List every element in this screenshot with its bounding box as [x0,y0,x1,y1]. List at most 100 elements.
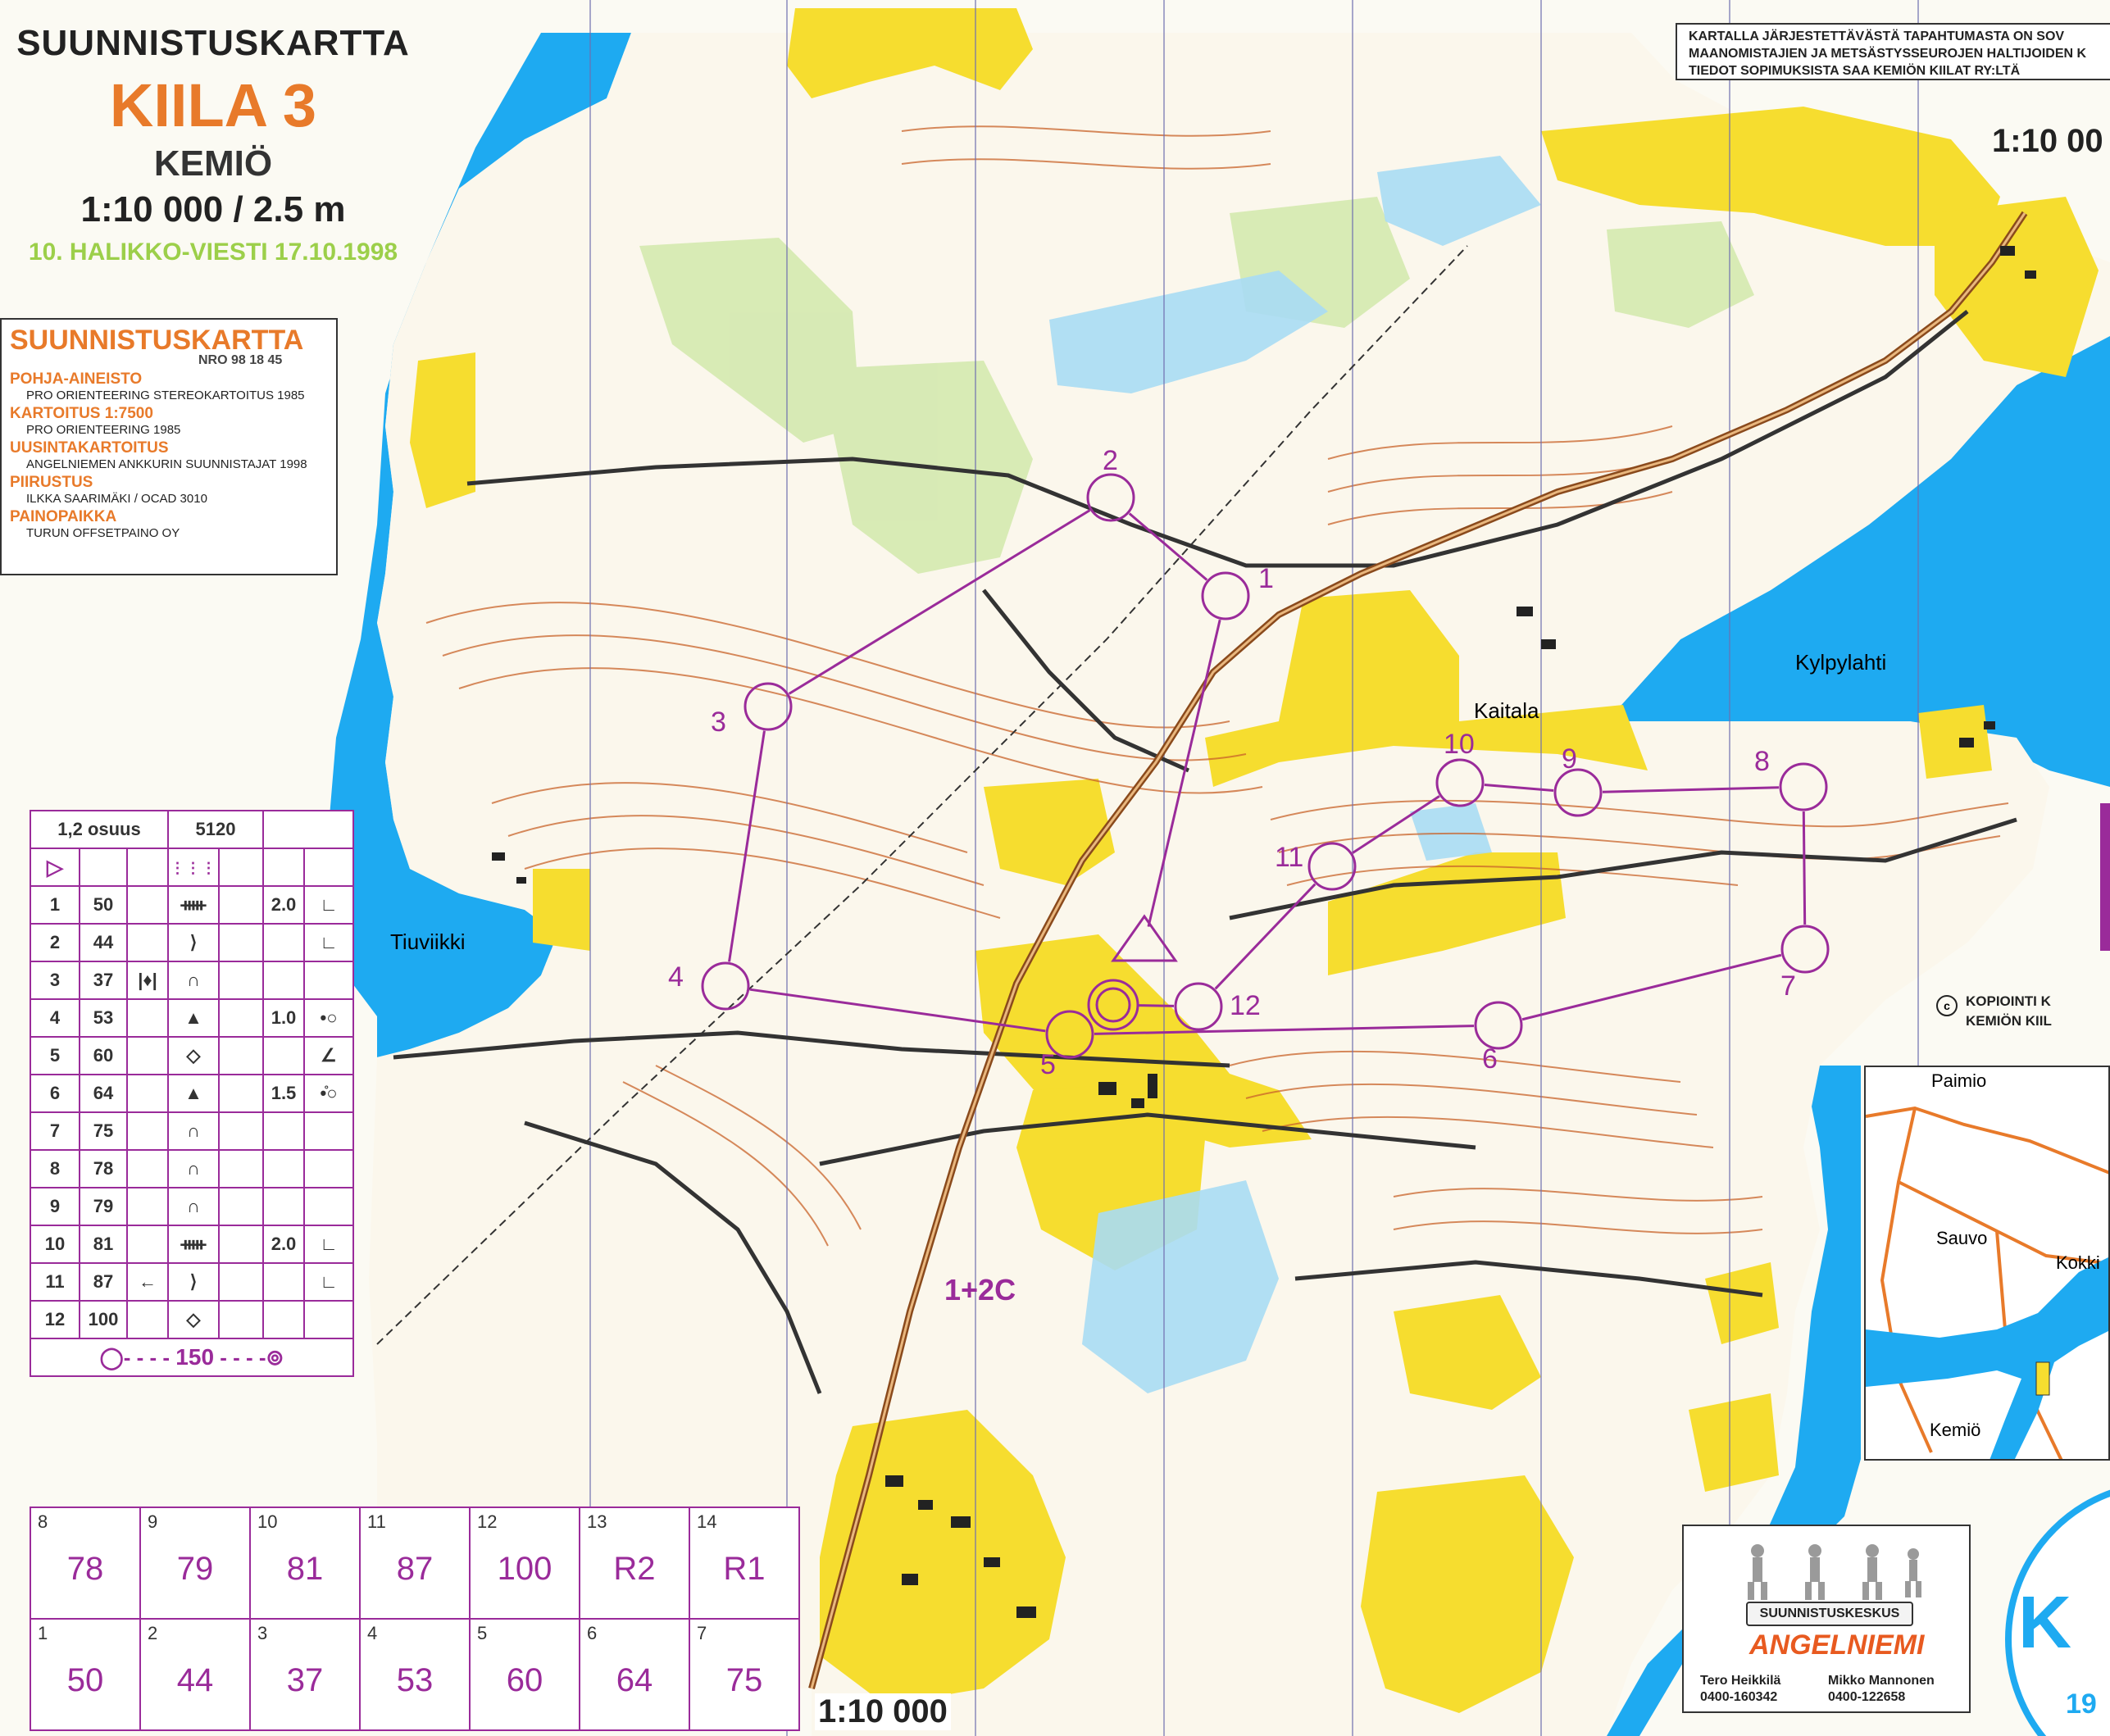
punch-code: R2 [613,1551,656,1587]
punch-code: 79 [176,1551,214,1587]
cd-dim [262,961,305,1000]
punch-number: 7 [697,1623,707,1643]
info-value: ILKKA SAARIMÄKI / OCAD 3010 [26,492,207,506]
cd-num: 8 [30,1149,80,1188]
punch-number: 3 [257,1623,268,1643]
cd-num: 4 [30,998,80,1038]
cd-row: 12 100 ◇ [30,1300,354,1339]
start-symbol-icon: ▷ [30,848,80,887]
cd-blank [126,923,169,962]
cd-num: 6 [30,1074,80,1113]
cd-code: 50 [79,885,128,925]
depression-icon: ◇ [167,1300,220,1339]
ditch-icon: ᚔ [167,1225,220,1264]
cd-row: 8 78 ∩ [30,1149,354,1188]
notice-line: MAANOMISTAJIEN JA METSÄSTYSSEUROJEN HALT… [1689,47,2087,61]
punch-box: 13 R2 [579,1507,690,1620]
punch-code: 100 [497,1551,553,1587]
cd-row: 6 64 ▲ 1.5 •̊○ [30,1074,354,1113]
finish-end-icon: - - - -⊚ [214,1345,284,1370]
info-value: TURUN OFFSETPAINO OY [26,526,180,540]
cd-code: 78 [79,1149,128,1188]
location-corner-icon: ∟ [303,885,354,925]
cd-code: 81 [79,1225,128,1264]
cd-blank [218,1074,264,1113]
punch-box: 14 R1 [689,1507,800,1620]
punch-code: 81 [286,1551,324,1587]
boulder-icon: ▲ [167,1074,220,1113]
depression-icon: ◇ [167,1036,220,1075]
copyright-icon: c [1936,995,1958,1016]
cd-code: 60 [79,1036,128,1075]
inset-label-kemio: Kemiö [1930,1420,1981,1440]
cd-blank [218,1111,264,1151]
cd-num: 3 [30,961,80,1000]
knoll-icon: ∩ [167,961,220,1000]
cd-code: 79 [79,1187,128,1226]
copyright-text: KOPIOINTI K KEMIÖN KIIL [1966,992,2052,1031]
knoll-icon: ∩ [167,1149,220,1188]
cd-blank [218,1262,264,1302]
cd-blank [126,1187,169,1226]
cd-empty [262,810,354,849]
dot-grid-icon: ⋮⋮⋮ [167,848,220,887]
cd-blank [126,1149,169,1188]
cd-dim [262,1149,305,1188]
badge-k: K [2018,1582,2071,1664]
cd-blank [218,998,264,1038]
cd-row: 3 37 |♦| ∩ [30,961,354,1000]
finish-start-icon: ◯- - - - [99,1345,176,1370]
cd-row: 11 87 ← ⟩ ∟ [30,1262,354,1302]
cd-row: 5 60 ◇ ∠ [30,1036,354,1075]
info-label: UUSINTAKARTOITUS [10,439,169,457]
cd-blank [218,885,264,925]
sponsor-person1: Tero Heikkilä [1700,1674,1781,1688]
punch-box: 8 78 [30,1507,141,1620]
inset-label-sauvo: Sauvo [1936,1228,1988,1248]
punch-number: 5 [477,1623,488,1643]
cd-code: 37 [79,961,128,1000]
scale-top-right: 1:10 00 [1992,123,2103,159]
map-type: SUUNNISTUSKARTTA [16,23,410,63]
cd-num: 11 [30,1262,80,1302]
cd-code: 53 [79,998,128,1038]
copyright-line: KOPIOINTI K [1966,993,2051,1009]
cd-dim [262,1262,305,1302]
cd-code: 100 [79,1300,128,1339]
cd-blank [126,998,169,1038]
cd-dim: 2.0 [262,885,305,925]
map-info-box: SUUNNISTUSKARTTA NRO 98 18 45 POHJA-AINE… [0,318,338,575]
punch-number: 13 [587,1511,607,1532]
info-value: PRO ORIENTEERING 1985 [26,423,181,437]
location-corner-icon: ∟ [303,1225,354,1264]
cd-blank [303,1300,354,1339]
reentrant-icon: ⟩ [167,1262,220,1302]
control-number: 3 [711,707,726,738]
location-corner-icon: ∟ [303,1262,354,1302]
punch-box: 5 60 [469,1618,580,1731]
punch-code: 50 [66,1662,104,1698]
punch-box: 10 81 [249,1507,361,1620]
cd-code: 44 [79,923,128,962]
cairn-icon: |♦| [126,961,169,1000]
cd-blank [303,1111,354,1151]
punch-box: 3 37 [249,1618,361,1731]
info-label: POHJA-AINEISTO [10,370,143,388]
place-kaitala: Kaitala [1474,698,1539,723]
cd-row: 2 44 ⟩ ∟ [30,923,354,962]
cd-header-row: 1,2 osuus 5120 [30,810,354,849]
control-number: 7 [1780,970,1796,1002]
cd-blank [218,1149,264,1188]
punch-number: 12 [477,1511,498,1532]
cd-blank [218,1036,264,1075]
place-kylpylahti: Kylpylahti [1795,650,1886,675]
arrow-left-icon: ← [126,1262,169,1302]
info-label: PAINOPAIKKA [10,508,117,525]
control-number: 2 [1103,445,1118,476]
cd-blank [126,1225,169,1264]
punch-box: 12 100 [469,1507,580,1620]
punch-number: 4 [367,1623,378,1643]
cd-start-row: ▷ ⋮⋮⋮ [30,848,354,887]
cd-num: 9 [30,1187,80,1226]
punch-code: 60 [506,1662,543,1698]
